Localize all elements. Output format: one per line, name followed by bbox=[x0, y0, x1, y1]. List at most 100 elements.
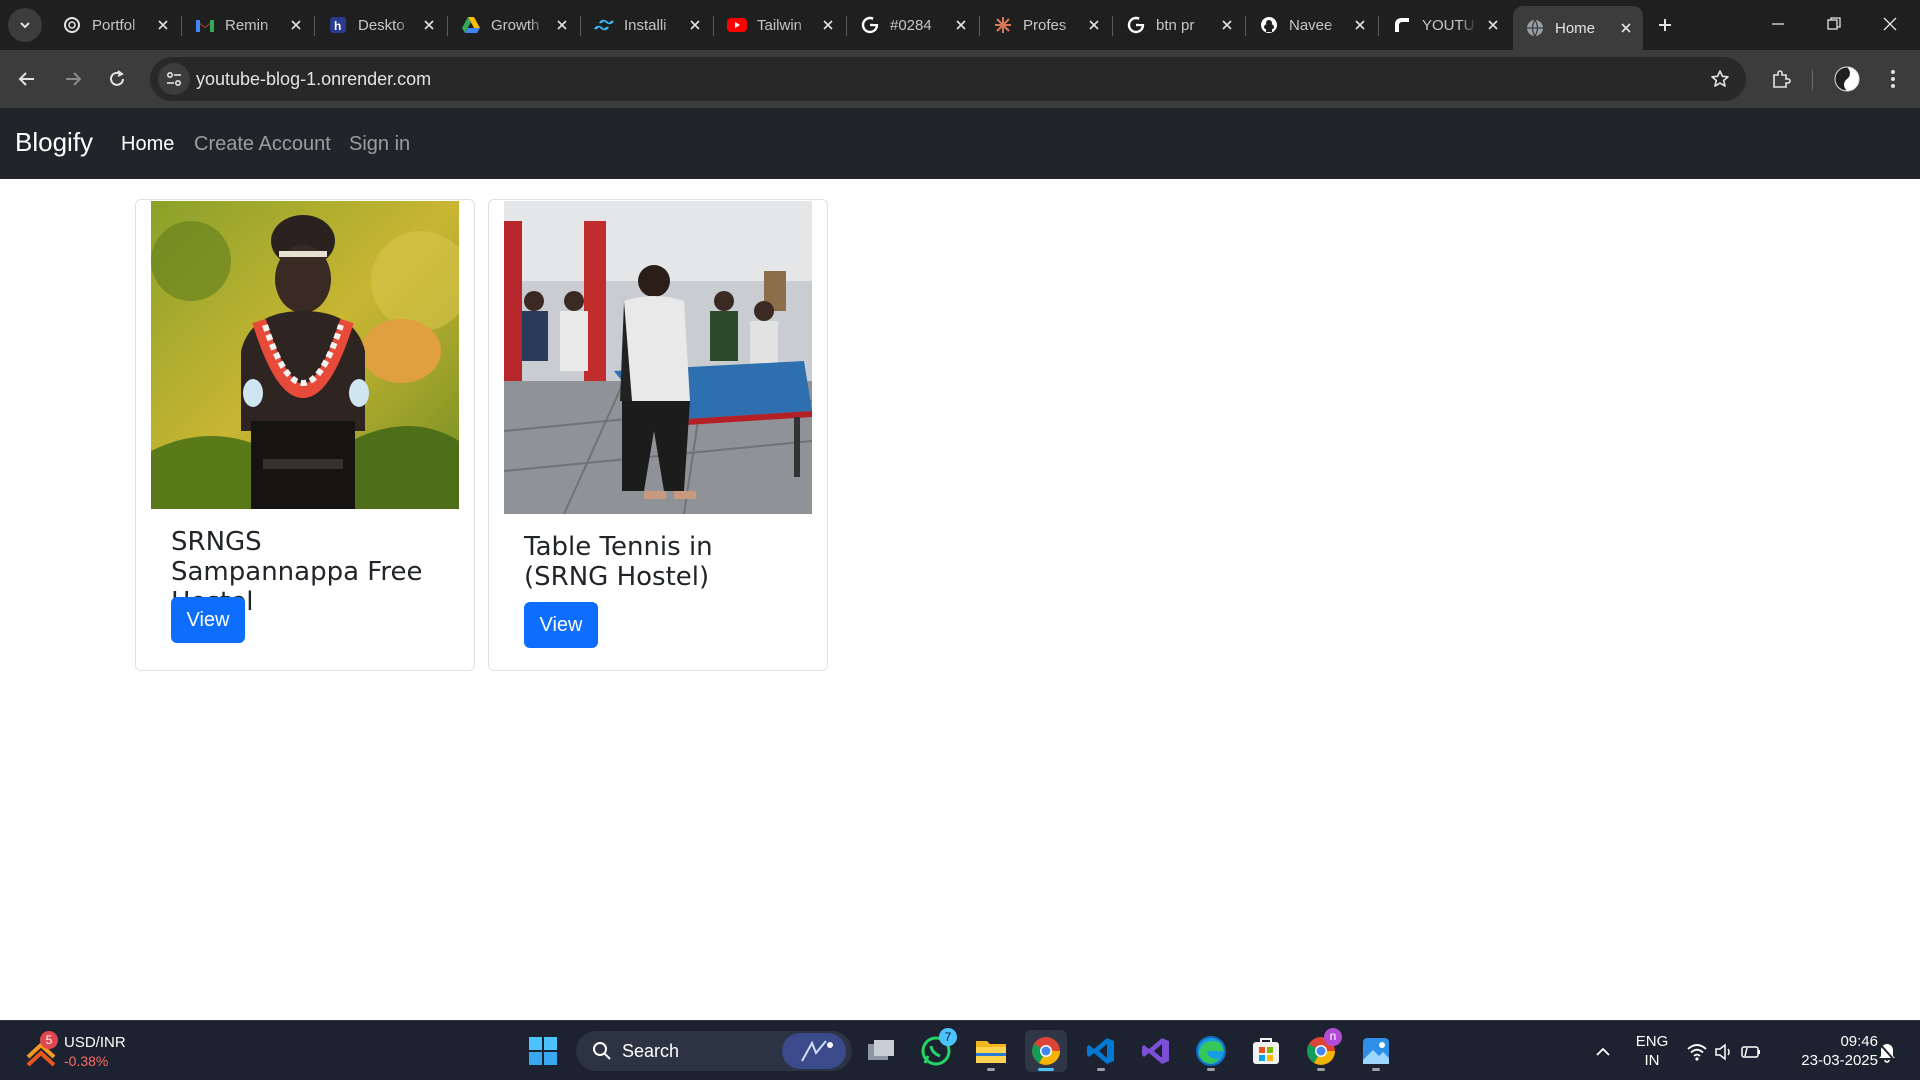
nav-sign-in[interactable]: Sign in bbox=[349, 133, 410, 156]
browser-tab[interactable]: Home bbox=[1513, 6, 1643, 50]
openai-icon bbox=[64, 17, 80, 33]
tab-separator bbox=[1112, 16, 1113, 36]
taskbar-chrome-profile[interactable]: n bbox=[1300, 1028, 1342, 1072]
tab-close-button[interactable] bbox=[1352, 17, 1367, 33]
notifications-button[interactable] bbox=[1874, 1039, 1900, 1065]
tab-close-button[interactable] bbox=[155, 17, 170, 33]
taskbar-task-view[interactable] bbox=[860, 1030, 902, 1072]
tab-close-button[interactable] bbox=[1086, 17, 1101, 33]
extensions-button[interactable] bbox=[1766, 64, 1796, 94]
running-indicator bbox=[1038, 1068, 1054, 1071]
card-image bbox=[504, 201, 812, 514]
search-highlight-icon bbox=[782, 1033, 846, 1069]
plus-icon bbox=[1659, 19, 1671, 31]
close-icon bbox=[1355, 20, 1365, 30]
statue-photo bbox=[151, 201, 459, 509]
view-button[interactable]: View bbox=[171, 597, 245, 643]
tray-overflow-button[interactable] bbox=[1590, 1039, 1616, 1065]
close-icon bbox=[1883, 17, 1897, 31]
browser-tab[interactable]: Growth bbox=[449, 6, 579, 44]
windows-logo-icon bbox=[529, 1037, 557, 1065]
reload-button[interactable] bbox=[100, 62, 134, 96]
browser-tab[interactable]: btn pr bbox=[1114, 6, 1244, 44]
folder-icon bbox=[976, 1041, 1006, 1063]
tab-close-button[interactable] bbox=[820, 17, 835, 33]
site-navbar: Blogify Home Create Account Sign in bbox=[0, 108, 1920, 179]
browser-tab[interactable]: Navee bbox=[1247, 6, 1377, 44]
url-text[interactable]: youtube-blog-1.onrender.com bbox=[196, 69, 431, 90]
taskbar-file-explorer[interactable] bbox=[970, 1030, 1012, 1072]
notification-bell-icon bbox=[1878, 1042, 1896, 1063]
browser-tab[interactable]: h Deskto bbox=[316, 6, 446, 44]
tab-title: YOUTU bbox=[1422, 16, 1475, 34]
taskbar-photos[interactable] bbox=[1355, 1030, 1397, 1072]
tab-close-button[interactable] bbox=[953, 17, 968, 33]
vscode-icon bbox=[1087, 1038, 1114, 1064]
tab-search-button[interactable] bbox=[8, 8, 42, 42]
start-button[interactable] bbox=[522, 1030, 564, 1072]
nav-home[interactable]: Home bbox=[121, 133, 174, 156]
minimize-button[interactable] bbox=[1750, 0, 1806, 48]
toolbar-divider bbox=[1812, 70, 1813, 90]
taskbar-vscode[interactable] bbox=[1080, 1030, 1122, 1072]
tab-close-button[interactable] bbox=[1219, 17, 1234, 33]
tab-close-button[interactable] bbox=[288, 17, 303, 33]
tab-close-button[interactable] bbox=[554, 17, 569, 33]
task-view-icon bbox=[868, 1040, 894, 1060]
view-button[interactable]: View bbox=[524, 602, 598, 648]
card-title: Table Tennis in (SRNG Hostel) bbox=[524, 532, 713, 592]
taskbar-chrome[interactable] bbox=[1025, 1030, 1067, 1072]
site-brand[interactable]: Blogify bbox=[15, 127, 93, 158]
browser-tab[interactable]: Profes bbox=[981, 6, 1111, 44]
browser-tab[interactable]: Remin bbox=[183, 6, 313, 44]
puzzle-icon bbox=[1773, 70, 1791, 88]
bookmark-button[interactable] bbox=[1708, 67, 1732, 91]
running-indicator bbox=[1207, 1068, 1215, 1071]
gmail-icon bbox=[196, 20, 214, 32]
tab-title: Remin bbox=[225, 16, 269, 34]
tab-separator bbox=[314, 16, 315, 36]
reload-icon bbox=[110, 70, 124, 86]
chrome-menu-button[interactable] bbox=[1878, 64, 1908, 94]
taskbar-edge[interactable] bbox=[1190, 1030, 1232, 1072]
tab-close-button[interactable] bbox=[1618, 20, 1633, 36]
close-icon bbox=[424, 20, 434, 30]
widgets-button[interactable]: 5 USD/INR -0.38% bbox=[20, 1029, 130, 1073]
back-button[interactable] bbox=[10, 62, 44, 96]
running-indicator bbox=[1097, 1068, 1105, 1071]
chrome-profile-badge: n bbox=[1324, 1028, 1342, 1046]
close-icon bbox=[158, 20, 168, 30]
nav-create-account[interactable]: Create Account bbox=[194, 133, 331, 156]
blog-card: SRNGS Sampannappa Free Hostel View bbox=[135, 199, 475, 671]
browser-tab[interactable]: Tailwin bbox=[715, 6, 845, 44]
new-tab-button[interactable] bbox=[1650, 10, 1680, 40]
close-window-button[interactable] bbox=[1862, 0, 1918, 48]
taskbar-visual-studio[interactable] bbox=[1135, 1030, 1177, 1072]
browser-tab[interactable]: Installi bbox=[582, 6, 712, 44]
quick-settings-button[interactable] bbox=[1684, 1037, 1764, 1067]
taskbar-whatsapp[interactable]: 7 bbox=[915, 1028, 957, 1072]
site-info-button[interactable] bbox=[158, 63, 190, 95]
browser-tab[interactable]: YOUTU bbox=[1380, 6, 1510, 44]
language-code: ENG bbox=[1635, 1033, 1669, 1050]
restore-button[interactable] bbox=[1806, 0, 1862, 48]
profile-button[interactable] bbox=[1832, 64, 1862, 94]
tab-close-button[interactable] bbox=[687, 17, 702, 33]
address-bar[interactable]: youtube-blog-1.onrender.com bbox=[150, 57, 1746, 101]
language-indicator[interactable]: ENG IN bbox=[1628, 1032, 1676, 1072]
volume-icon bbox=[1715, 1043, 1730, 1061]
claude-icon bbox=[995, 17, 1011, 33]
chevron-down-icon bbox=[20, 22, 30, 29]
clock-button[interactable]: 09:46 23-03-2025 bbox=[1782, 1032, 1878, 1072]
tab-title: btn pr bbox=[1156, 16, 1195, 34]
browser-tab[interactable]: Portfol bbox=[50, 6, 180, 44]
tab-close-button[interactable] bbox=[421, 17, 436, 33]
browser-tab[interactable]: #0284 bbox=[848, 6, 978, 44]
tab-close-button[interactable] bbox=[1485, 17, 1500, 33]
globe-icon bbox=[1527, 19, 1543, 37]
taskbar-search[interactable]: Search bbox=[576, 1031, 852, 1071]
taskbar-microsoft-store[interactable] bbox=[1245, 1030, 1287, 1072]
tab-favicon bbox=[1392, 15, 1412, 35]
forward-button[interactable] bbox=[56, 62, 90, 96]
tab-separator bbox=[1245, 16, 1246, 36]
